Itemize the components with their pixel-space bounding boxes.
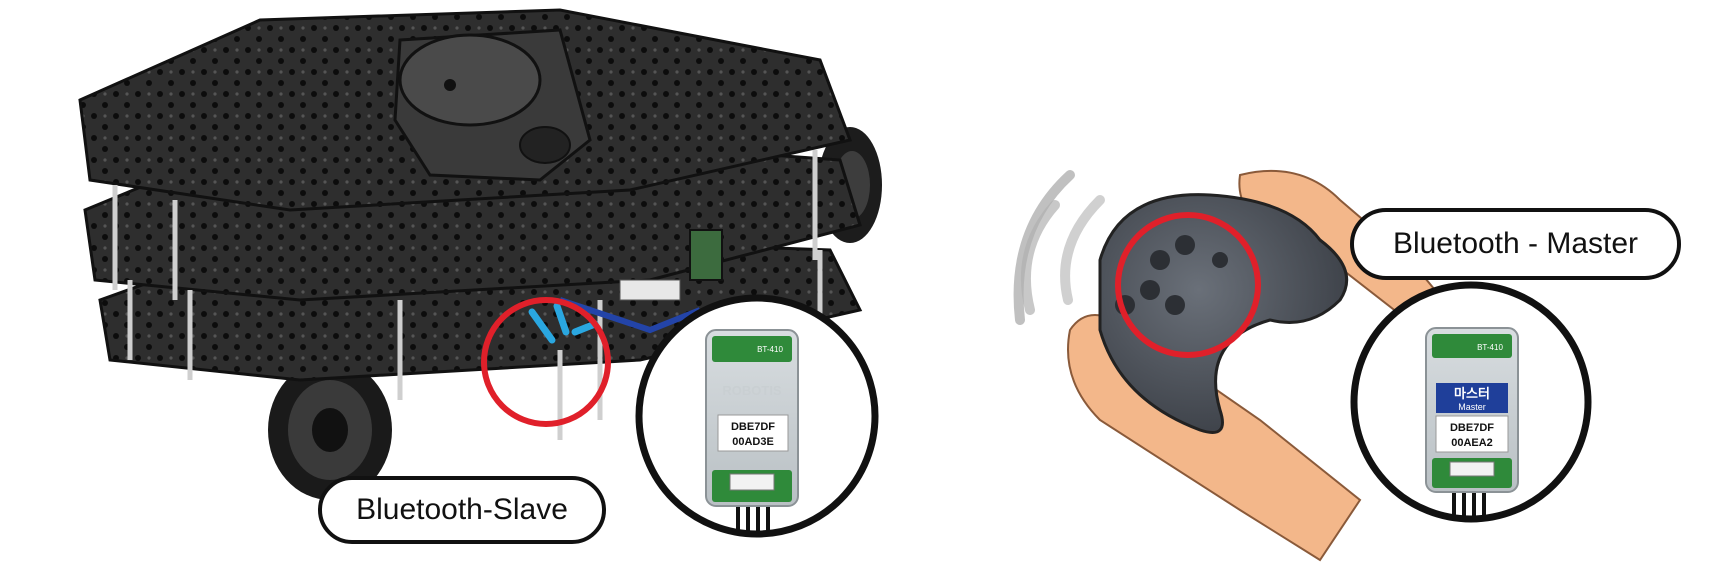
master-tag-english: Master [1458, 402, 1486, 412]
slave-module-zoom: ROBOTIS BT-410 DBE7DF 00AD3E [635, 294, 879, 538]
bluetooth-pairing-diagram: ROBOTIS BT-410 DBE7DF 00AD3E BT-410 마스터 … [78, 8, 1592, 562]
master-model-text: BT-410 [1477, 343, 1503, 352]
master-code-line2: 00AEA2 [1451, 437, 1493, 449]
master-module-zoom: BT-410 마스터 Master DBE7DF 00AEA2 [1350, 281, 1592, 523]
radio-wave-icon [1013, 170, 1105, 325]
bluetooth-slave-label: Bluetooth-Slave [318, 476, 606, 544]
slave-code-line2: 00AD3E [732, 436, 774, 448]
slave-model-text: BT-410 [757, 345, 783, 354]
lidar-sensor [393, 28, 592, 182]
master-tag-korean: 마스터 [1454, 386, 1490, 402]
slave-code-line1: DBE7DF [731, 421, 775, 433]
bluetooth-master-label: Bluetooth - Master [1350, 208, 1681, 280]
slave-brand-text: ROBOTIS [722, 383, 782, 398]
master-code-line1: DBE7DF [1450, 422, 1494, 434]
